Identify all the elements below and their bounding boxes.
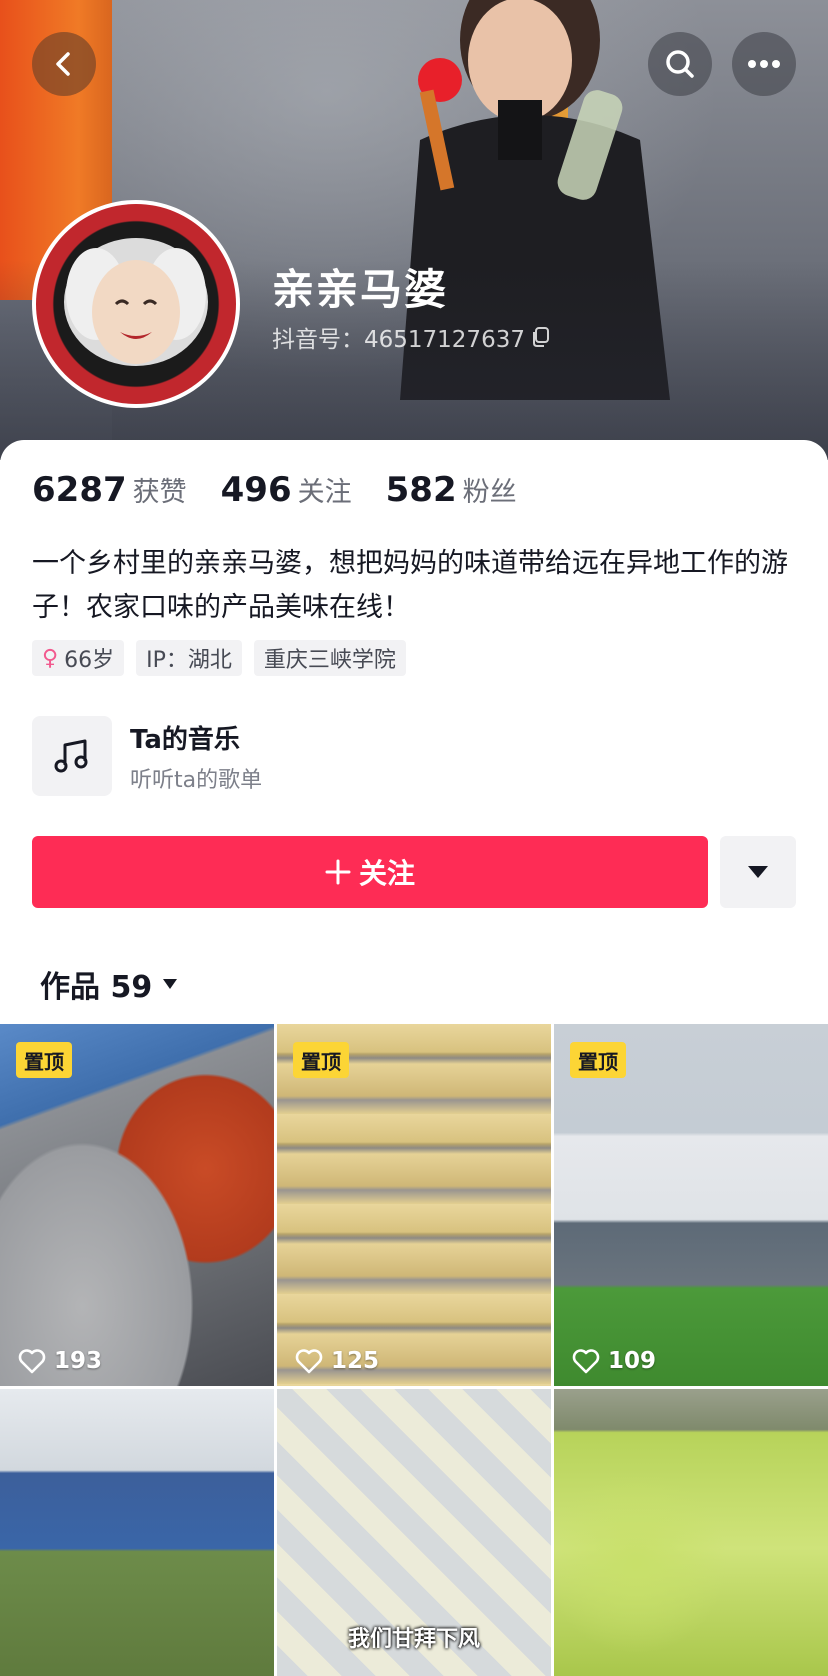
stat-likes[interactable]: 6287 获赞 [32, 470, 187, 510]
more-actions-dropdown[interactable] [720, 836, 796, 908]
like-count-text: 193 [54, 1348, 103, 1374]
douyin-id-text: 抖音号：46517127637 [272, 327, 525, 353]
like-count-text: 109 [608, 1348, 657, 1374]
pinned-badge: 置顶 [16, 1042, 72, 1078]
female-icon: ♀ [42, 645, 59, 671]
tag-age-text: 66岁 [64, 648, 115, 673]
profile-tags: ♀ 66岁 IP：湖北 重庆三峡学院 [32, 640, 406, 676]
avatar[interactable] [32, 200, 240, 408]
video-tile[interactable] [554, 1389, 828, 1676]
more-button[interactable] [732, 32, 796, 96]
tag-age: ♀ 66岁 [32, 640, 125, 676]
tag-school[interactable]: 重庆三峡学院 [253, 640, 406, 676]
pinned-badge: 置顶 [570, 1042, 626, 1078]
video-tile[interactable]: 置顶 109 [554, 1024, 828, 1386]
like-count: 109 [572, 1348, 656, 1374]
more-icon [748, 60, 780, 68]
stat-following-label: 关注 [297, 477, 352, 508]
stats-row: 6287 获赞 496 关注 582 粉丝 [32, 470, 551, 510]
back-button[interactable] [32, 32, 96, 96]
stat-followers[interactable]: 582 粉丝 [386, 470, 517, 510]
heart-icon [295, 1349, 323, 1374]
video-tile[interactable]: 我们甘拜下风 [277, 1389, 551, 1676]
plus-icon [325, 859, 351, 885]
follow-label: 关注 [358, 857, 415, 890]
stat-following-value: 496 [220, 470, 292, 510]
profile-banner: 亲亲马婆 抖音号：46517127637 [0, 0, 828, 460]
caret-down-icon [748, 866, 768, 878]
music-text: Ta的音乐 听听ta的歌单 [130, 719, 262, 794]
music-subtitle: 听听ta的歌单 [130, 767, 263, 793]
like-count: 125 [295, 1348, 379, 1374]
video-tile[interactable]: 置顶 125 [277, 1024, 551, 1386]
music-icon-box [32, 716, 112, 796]
heart-icon [18, 1349, 46, 1374]
stat-followers-value: 582 [385, 470, 457, 510]
works-label: 作品 59 [40, 970, 153, 1005]
copy-icon [532, 327, 549, 347]
profile-name: 亲亲马婆 [272, 265, 449, 314]
avatar-image [36, 204, 236, 404]
tab-works[interactable]: 作品 59 [40, 962, 178, 1006]
douyin-id[interactable]: 抖音号：46517127637 [272, 320, 551, 354]
search-icon [666, 50, 694, 78]
video-caption: 我们甘拜下风 [347, 1627, 480, 1652]
like-count-text: 125 [331, 1348, 380, 1374]
stat-followers-label: 粉丝 [462, 477, 517, 508]
music-entry[interactable]: Ta的音乐 听听ta的歌单 [32, 716, 262, 796]
music-title: Ta的音乐 [130, 724, 240, 755]
stat-likes-label: 获赞 [132, 477, 187, 508]
profile-bio: 一个乡村里的亲亲马婆，想把妈妈的味道带给远在异地工作的游子！农家口味的产品美味在… [32, 548, 788, 623]
follow-button[interactable]: 关注 [32, 836, 708, 908]
stat-likes-value: 6287 [32, 470, 127, 510]
music-note-icon [54, 739, 88, 773]
stat-following[interactable]: 496 关注 [221, 470, 352, 510]
video-tile[interactable]: 置顶 193 [0, 1024, 274, 1386]
video-tile[interactable] [0, 1389, 274, 1676]
back-icon [56, 52, 70, 76]
tag-ip: IP：湖北 [136, 640, 242, 676]
caret-down-icon [163, 979, 178, 989]
like-count: 193 [18, 1348, 102, 1374]
pinned-badge: 置顶 [293, 1042, 349, 1078]
search-button[interactable] [648, 32, 712, 96]
profile-card: 6287 获赞 496 关注 582 粉丝 一个乡村里的亲亲马婆，想把妈妈的味道… [0, 440, 828, 1676]
works-grid: 置顶 193 置顶 125 置顶 109 我们甘拜下风 [0, 1024, 828, 1676]
heart-icon [572, 1349, 600, 1374]
